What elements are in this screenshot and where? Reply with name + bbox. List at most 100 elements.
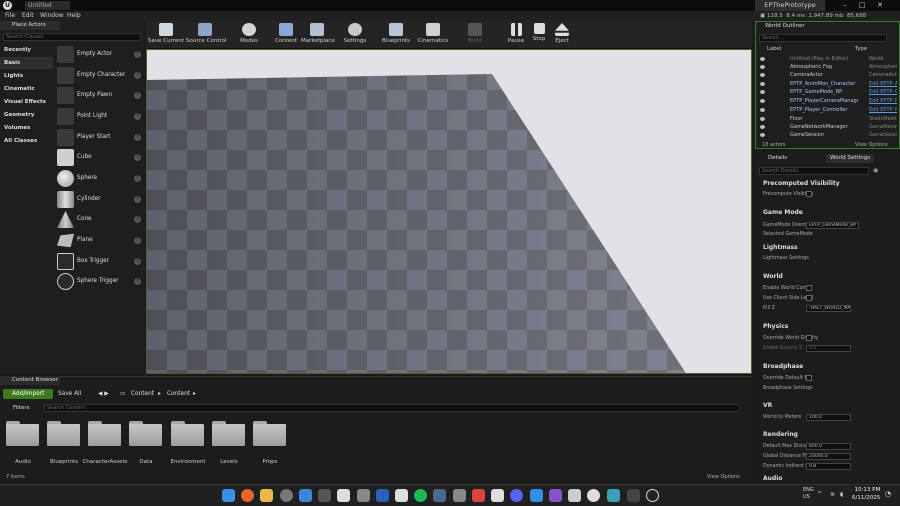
place-actors-tab[interactable]: Place Actors xyxy=(0,21,60,30)
maximize-icon[interactable]: □ xyxy=(855,0,869,11)
steam-icon[interactable] xyxy=(433,489,446,502)
eye-icon[interactable] xyxy=(760,82,765,86)
pen-icon[interactable] xyxy=(299,489,312,502)
folder-icon[interactable] xyxy=(129,421,162,446)
place-item-empty-actor[interactable]: Empty Actor? xyxy=(55,45,143,64)
eye-icon[interactable] xyxy=(760,99,765,103)
folder-icon[interactable] xyxy=(6,421,39,446)
breadcrumb-content[interactable]: Content xyxy=(131,389,154,399)
breadcrumb-content-current[interactable]: Content xyxy=(167,389,190,399)
category-recently-placed[interactable]: Recently Placed xyxy=(0,44,53,65)
system-clock[interactable]: 10:13 PM 6/11/2025 xyxy=(852,486,880,502)
use-client-side-checkbox[interactable] xyxy=(806,295,812,301)
language-indicator[interactable]: ENG US xyxy=(803,487,814,501)
place-item-empty-character[interactable]: Empty Character? xyxy=(55,66,143,85)
terminal-icon[interactable] xyxy=(627,489,640,502)
place-item-sphere-trigger[interactable]: Sphere Trigger? xyxy=(55,272,143,291)
place-actors-search-input[interactable]: Search Classes xyxy=(3,33,141,41)
menu-edit[interactable]: Edit xyxy=(22,11,34,21)
category-basic[interactable]: Basic xyxy=(0,57,53,69)
app-icon[interactable] xyxy=(568,489,581,502)
view-options-eye-icon[interactable]: ◉ xyxy=(873,167,878,174)
outliner-row[interactable]: EPTP_GameMode_BP Edit EPTP_G xyxy=(757,88,898,96)
category-visual-effects[interactable]: Visual Effects xyxy=(0,96,53,108)
outliner-row[interactable]: Atmospheric FogAtmosphericFog xyxy=(757,63,898,71)
tab-world-settings[interactable]: World Settings xyxy=(826,154,875,163)
outliner-row[interactable]: EPTP_Player_Controller Edit EPTP_P xyxy=(757,106,898,114)
source-control-button[interactable]: Source Control xyxy=(186,23,227,48)
filters-button[interactable]: Filters xyxy=(3,404,43,413)
help-icon[interactable]: ? xyxy=(134,154,141,161)
override-default-bp-checkbox[interactable] xyxy=(806,375,812,381)
help-icon[interactable]: ? xyxy=(134,92,141,99)
folder-icon[interactable] xyxy=(171,421,204,446)
content-browser-tab[interactable]: Content Browser xyxy=(0,376,60,385)
help-icon[interactable]: ? xyxy=(134,237,141,244)
outliner-row[interactable]: GameSessionGameSession xyxy=(757,131,898,139)
vscode-icon[interactable] xyxy=(530,489,543,502)
dynamic-indirect-input[interactable]: 0.8 xyxy=(806,463,851,470)
help-icon[interactable]: ? xyxy=(134,134,141,141)
folder-icon[interactable] xyxy=(253,421,286,446)
help-icon[interactable]: ? xyxy=(134,175,141,182)
place-item-cube[interactable]: Cube? xyxy=(55,148,143,167)
help-icon[interactable]: ? xyxy=(134,72,141,79)
close-icon[interactable]: ✕ xyxy=(873,0,887,11)
global-distance-input[interactable]: 20000.0 xyxy=(806,453,851,460)
place-item-box-trigger[interactable]: Box Trigger? xyxy=(55,252,143,271)
section-game-mode[interactable]: Game Mode xyxy=(757,207,898,218)
firefox-icon[interactable] xyxy=(241,489,254,502)
gamemode-override-select[interactable]: EPTP_GameMode_BP xyxy=(806,222,859,229)
discord-icon[interactable] xyxy=(510,489,523,502)
unreal-engine-icon[interactable] xyxy=(646,489,659,502)
blueprints-button[interactable]: Blueprints xyxy=(381,23,411,48)
content-view-options[interactable]: View Options xyxy=(707,474,740,480)
category-all-classes[interactable]: All Classes xyxy=(0,135,53,147)
outliner-row[interactable]: GameNetworkManagerGameNetwork xyxy=(757,123,898,131)
default-max-distance-input[interactable]: 600.0 xyxy=(806,443,851,450)
place-item-cylinder[interactable]: Cylinder? xyxy=(55,190,143,209)
file-explorer-icon[interactable] xyxy=(260,489,273,502)
wifi-icon[interactable]: ≋ xyxy=(830,491,835,498)
category-geometry[interactable]: Geometry xyxy=(0,109,53,121)
folder-icon[interactable] xyxy=(47,421,80,446)
help-icon[interactable]: ? xyxy=(134,51,141,58)
stop-button[interactable]: Stop xyxy=(529,23,549,48)
place-item-point-light[interactable]: Point Light? xyxy=(55,107,143,126)
eject-button[interactable]: Eject xyxy=(552,23,572,48)
section-broadphase[interactable]: Broadphase xyxy=(757,361,898,372)
app-icon[interactable] xyxy=(318,489,331,502)
outliner-col-type[interactable]: Type xyxy=(855,46,867,53)
app-icon[interactable] xyxy=(357,489,370,502)
unity-icon[interactable] xyxy=(337,489,350,502)
visual-studio-icon[interactable] xyxy=(549,489,562,502)
save-all-button[interactable]: Save All xyxy=(58,389,81,399)
category-lights[interactable]: Lights xyxy=(0,70,53,82)
outliner-view-options[interactable]: View Options xyxy=(855,142,888,148)
settings-button[interactable]: Settings xyxy=(342,23,368,48)
eye-icon[interactable] xyxy=(760,125,765,129)
help-icon[interactable]: ? xyxy=(134,196,141,203)
outliner-row[interactable]: CameraActorCameraActor xyxy=(757,71,898,79)
folder-icon[interactable] xyxy=(212,421,245,446)
place-item-plane[interactable]: Plane? xyxy=(55,231,143,250)
app-icon[interactable] xyxy=(395,489,408,502)
tab-details[interactable]: Details xyxy=(768,154,787,163)
github-icon[interactable] xyxy=(491,489,504,502)
place-item-player-start[interactable]: Player Start? xyxy=(55,128,143,147)
place-item-empty-pawn[interactable]: Empty Pawn? xyxy=(55,86,143,105)
app-icon[interactable] xyxy=(587,489,600,502)
category-volumes[interactable]: Volumes xyxy=(0,122,53,134)
game-icon[interactable] xyxy=(472,489,485,502)
minimize-icon[interactable]: – xyxy=(838,0,852,11)
outliner-row[interactable]: Untitled (Play In Editor) World xyxy=(757,55,898,63)
eye-icon[interactable] xyxy=(760,117,765,121)
marketplace-button[interactable]: Marketplace xyxy=(301,23,335,48)
add-import-button[interactable]: Add/Import xyxy=(3,389,53,399)
override-gravity-checkbox[interactable] xyxy=(806,335,812,341)
content-search-input[interactable]: Search Content xyxy=(44,404,740,412)
eye-icon[interactable] xyxy=(760,73,765,77)
volume-icon[interactable]: ◖ xyxy=(840,491,843,498)
eye-icon[interactable] xyxy=(760,133,765,137)
spotify-icon[interactable] xyxy=(414,489,427,502)
